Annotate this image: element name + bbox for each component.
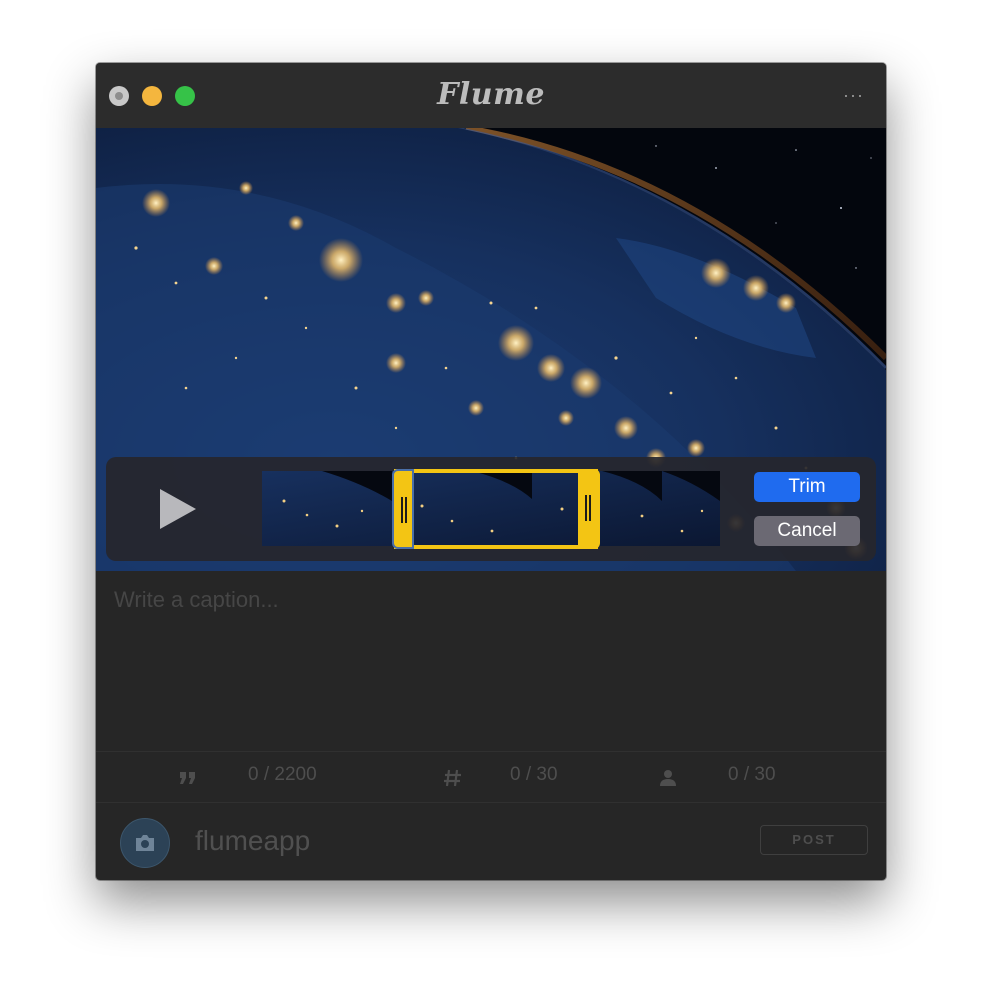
camera-icon xyxy=(136,835,154,851)
trim-selection xyxy=(394,469,598,549)
app-window: Flume ··· Trim Cancel Write a caption...… xyxy=(96,63,886,880)
post-footer: flumeapp POST xyxy=(96,803,886,880)
trim-panel: Trim Cancel xyxy=(106,457,876,561)
hashtag-count: 0 / 30 xyxy=(510,764,558,785)
quote-icon xyxy=(180,772,195,784)
post-button[interactable]: POST xyxy=(760,825,868,855)
person-icon xyxy=(660,770,676,786)
play-button[interactable] xyxy=(156,487,200,531)
play-icon xyxy=(160,489,196,529)
video-preview: Trim Cancel xyxy=(96,128,886,571)
title-bar: Flume ··· xyxy=(96,63,886,129)
mention-count: 0 / 30 xyxy=(728,764,776,785)
avatar[interactable] xyxy=(120,818,170,868)
username: flumeapp xyxy=(195,825,311,856)
app-title: Flume xyxy=(437,77,545,112)
trim-button[interactable]: Trim xyxy=(754,472,860,502)
grip-icon xyxy=(585,495,591,521)
hashtag-icon xyxy=(444,769,461,787)
grip-icon xyxy=(401,497,407,523)
trim-end-handle[interactable] xyxy=(578,469,600,549)
caption-stats: 0 / 2200 0 / 30 0 / 30 xyxy=(96,752,886,802)
character-count: 0 / 2200 xyxy=(248,764,317,785)
trim-start-handle[interactable] xyxy=(392,469,414,549)
cancel-button[interactable]: Cancel xyxy=(754,516,860,546)
caption-input[interactable] xyxy=(96,571,886,751)
more-options-button[interactable]: ··· xyxy=(843,85,864,106)
